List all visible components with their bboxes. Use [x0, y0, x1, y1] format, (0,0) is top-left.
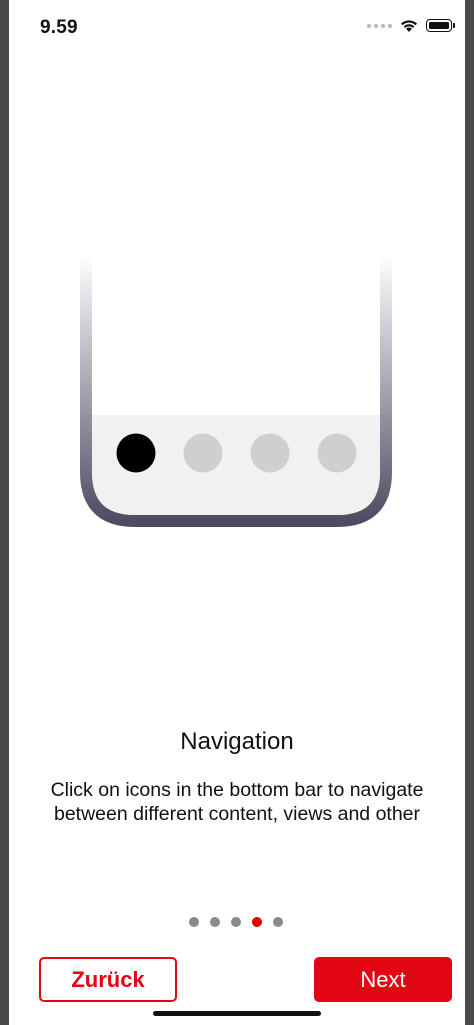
inactive-tab-icon	[250, 433, 290, 473]
active-tab-icon	[116, 433, 156, 473]
inactive-tab-icon	[183, 433, 223, 473]
cellular-signal-icon	[367, 23, 392, 28]
home-indicator	[153, 1011, 321, 1016]
battery-icon	[426, 19, 455, 32]
page-dot[interactable]	[210, 917, 220, 927]
page-indicator	[189, 917, 283, 927]
page-title: Navigation	[180, 728, 294, 755]
page-dot[interactable]	[273, 917, 283, 927]
page-dot[interactable]	[189, 917, 199, 927]
page-description: Click on icons in the bottom bar to navi…	[50, 779, 424, 825]
next-button[interactable]: Next	[314, 957, 452, 1002]
status-icons	[367, 18, 455, 33]
page-dot-active[interactable]	[252, 917, 262, 927]
page-dot[interactable]	[231, 917, 241, 927]
back-button[interactable]: Zurück	[39, 957, 177, 1002]
status-time: 9.59	[40, 17, 78, 38]
inactive-tab-icon	[317, 433, 357, 473]
phone-bottom-bar-illustration	[80, 255, 392, 527]
status-bar: 9.59	[0, 0, 474, 56]
wifi-icon	[401, 20, 417, 32]
